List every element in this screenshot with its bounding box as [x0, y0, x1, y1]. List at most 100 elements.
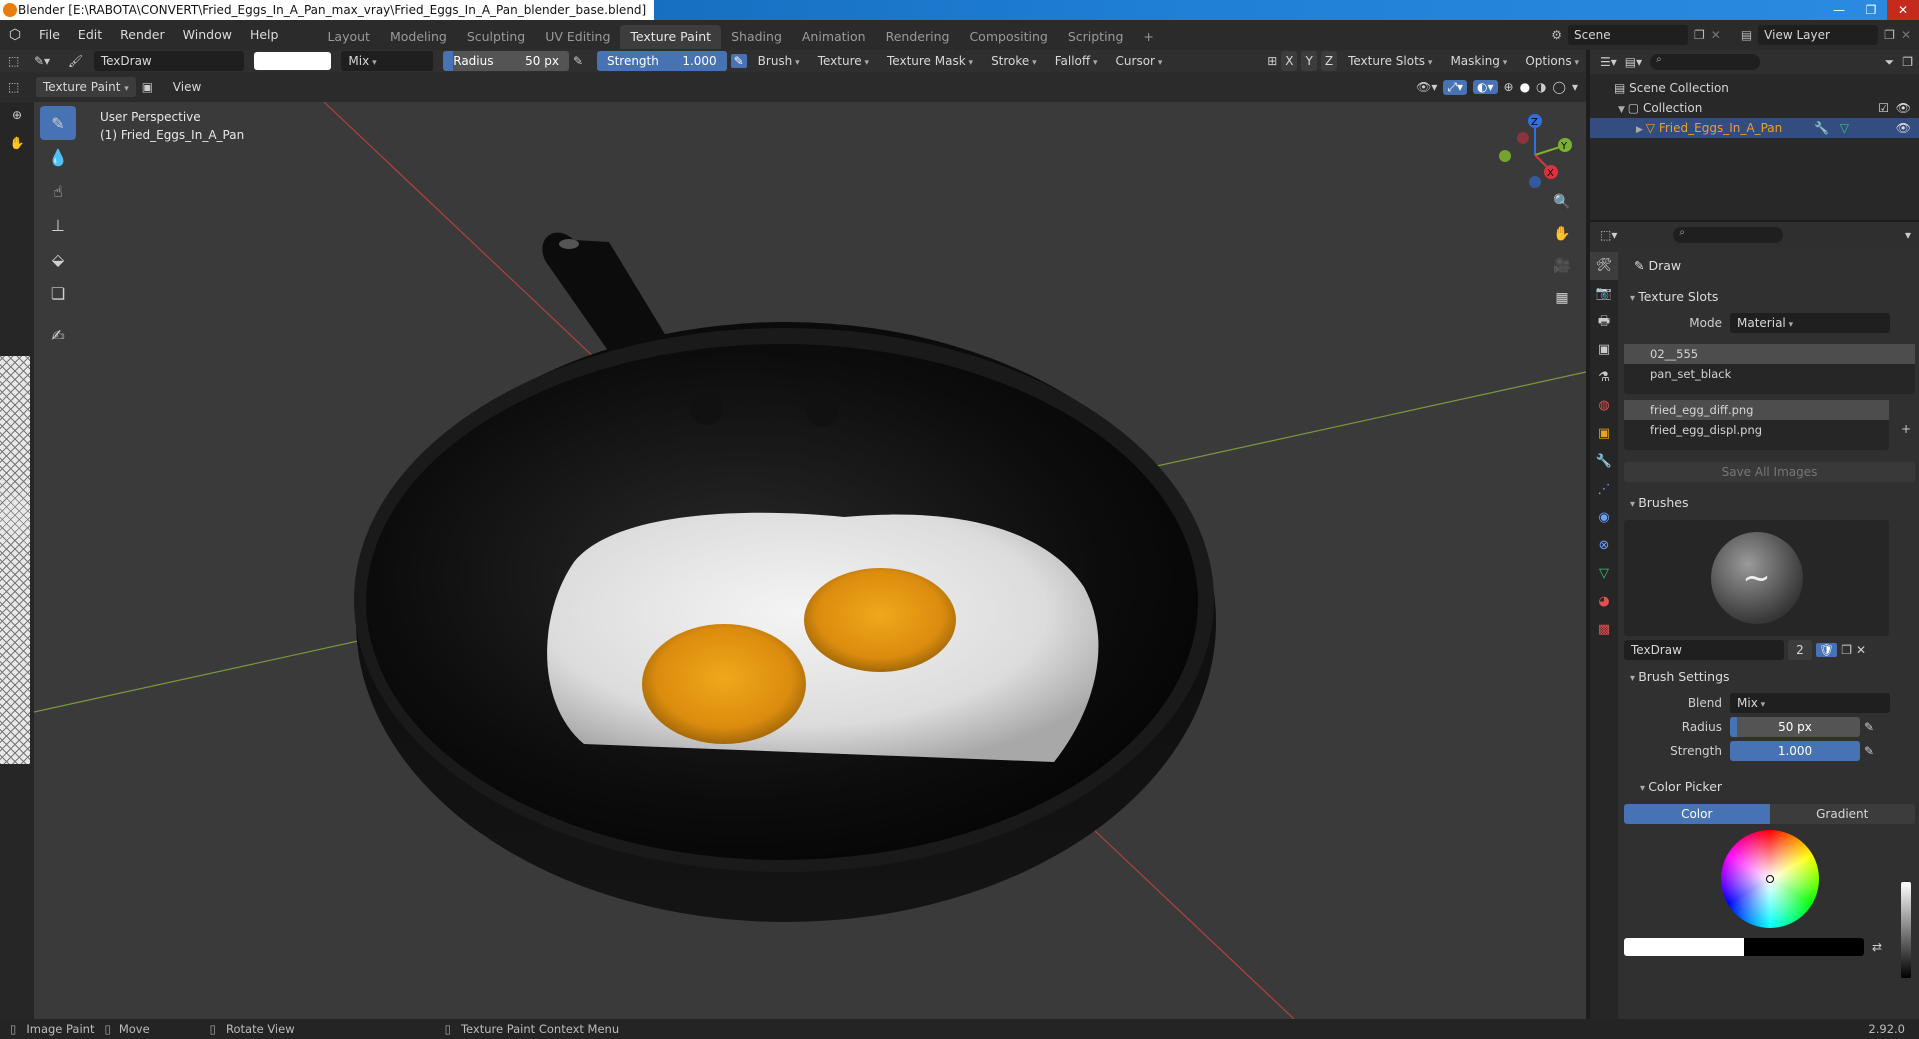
color-picker-header[interactable]: Color Picker: [1620, 774, 1919, 800]
clone-tool-icon[interactable]: ⊥: [40, 208, 76, 242]
outliner-row-collection[interactable]: ▼ ▢ Collection ☑ 👁: [1590, 98, 1919, 118]
tab-data-icon[interactable]: ▽: [1590, 560, 1618, 588]
editor-type-icon[interactable]: ⬚: [8, 54, 30, 68]
menu-window[interactable]: Window: [174, 20, 241, 50]
soften-tool-icon[interactable]: 💧: [40, 140, 76, 174]
zoom-tool-icon[interactable]: ⊕: [0, 108, 34, 122]
ortho-grid-icon[interactable]: ▦: [1550, 286, 1574, 310]
color-wheel-cursor[interactable]: [1765, 875, 1774, 883]
tab-tool-icon[interactable]: 🛠: [1590, 252, 1618, 280]
tab-render-icon[interactable]: 📷: [1590, 280, 1618, 308]
tab-view-layer-icon[interactable]: ▣: [1590, 336, 1618, 364]
options-menu[interactable]: Options: [1518, 51, 1586, 71]
tab-object-icon[interactable]: ▣: [1590, 420, 1618, 448]
value-slider[interactable]: [1901, 882, 1911, 978]
new-scene-icon[interactable]: ❐: [1694, 28, 1705, 42]
pan-tool-icon[interactable]: ✋: [0, 136, 34, 150]
menu-edit[interactable]: Edit: [69, 20, 111, 50]
secondary-color-swatch[interactable]: [1744, 938, 1864, 956]
collection-visibility-icon[interactable]: 👁: [1896, 98, 1911, 118]
view-menu[interactable]: View: [166, 77, 208, 97]
outliner-editor-icon[interactable]: ☰▾: [1600, 55, 1617, 69]
unlink-brush-icon[interactable]: ✕: [1856, 643, 1866, 657]
swap-colors-icon[interactable]: ⇄: [1872, 940, 1882, 954]
blend-mode-dropdown[interactable]: Mix: [1730, 693, 1890, 713]
texture-slots-menu[interactable]: Texture Slots: [1341, 51, 1439, 71]
smear-tool-icon[interactable]: ☝: [40, 174, 76, 208]
editor-type-icon-2[interactable]: ⬚: [8, 80, 30, 94]
duplicate-brush-icon[interactable]: ❐: [1841, 643, 1852, 657]
fill-tool-icon[interactable]: ⬙: [40, 242, 76, 276]
navigation-gizmo[interactable]: Z Y X: [1495, 110, 1575, 190]
radius-slider[interactable]: Radius 50 px: [443, 51, 569, 71]
tab-physics-icon[interactable]: ◉: [1590, 504, 1618, 532]
tab-scene-icon[interactable]: ⚗: [1590, 364, 1618, 392]
menu-help[interactable]: Help: [241, 20, 288, 50]
texture-mask-menu[interactable]: Texture Mask: [880, 51, 980, 71]
annotate-tool-icon[interactable]: ✍: [40, 318, 76, 352]
mask-tool-icon[interactable]: ❏: [40, 276, 76, 310]
symmetry-icon[interactable]: ⊞: [1267, 54, 1277, 68]
brush-users-count[interactable]: 2: [1788, 640, 1812, 660]
masking-menu[interactable]: Masking: [1443, 51, 1514, 71]
draw-tool-icon[interactable]: ✎: [40, 106, 76, 140]
strength-property-slider[interactable]: 1.000: [1730, 741, 1860, 761]
minimize-button[interactable]: —: [1823, 0, 1855, 20]
tab-compositing[interactable]: Compositing: [959, 25, 1057, 49]
material-slot-02-555[interactable]: 02__555: [1624, 344, 1915, 364]
tab-material-icon[interactable]: ◕: [1590, 588, 1618, 616]
properties-editor-icon[interactable]: ⬚▾: [1600, 228, 1617, 242]
radius-pressure-toggle-icon[interactable]: ✎: [1864, 720, 1874, 734]
delete-scene-icon[interactable]: ✕: [1711, 28, 1721, 42]
camera-view-icon[interactable]: 🎥: [1550, 254, 1574, 278]
maximize-button[interactable]: ❐: [1855, 0, 1887, 20]
zoom-icon[interactable]: 🔍: [1550, 190, 1574, 214]
axis-y-toggle[interactable]: Y: [1301, 51, 1317, 71]
tab-texture-icon[interactable]: ▩: [1590, 616, 1618, 644]
brush-preview[interactable]: ~: [1624, 520, 1889, 636]
collection-checkbox[interactable]: ☑: [1878, 98, 1889, 118]
shading-options-icon[interactable]: ▾: [1572, 80, 1578, 94]
new-view-layer-icon[interactable]: ❐: [1884, 28, 1895, 42]
overlay-toggle-icon[interactable]: ◐▾: [1473, 80, 1498, 94]
rendered-shading-icon[interactable]: ◯: [1553, 80, 1566, 94]
axis-x-toggle[interactable]: X: [1281, 51, 1298, 71]
close-button[interactable]: ✕: [1887, 0, 1919, 20]
tool-icon[interactable]: ✎▾: [34, 54, 64, 68]
tab-sculpting[interactable]: Sculpting: [457, 25, 535, 49]
strength-pressure-toggle-icon[interactable]: ✎: [1864, 744, 1874, 758]
texture-menu[interactable]: Texture: [811, 51, 876, 71]
outliner-row-object[interactable]: ▶ ▽ Fried_Eggs_In_A_Pan 🔧 ▽ 👁: [1590, 118, 1919, 138]
tab-layout[interactable]: Layout: [317, 25, 380, 49]
stroke-menu[interactable]: Stroke: [984, 51, 1044, 71]
material-shading-icon[interactable]: ◑: [1536, 80, 1546, 94]
menu-render[interactable]: Render: [111, 20, 174, 50]
tab-modifier-icon[interactable]: 🔧: [1590, 448, 1618, 476]
tab-world-icon[interactable]: ◍: [1590, 392, 1618, 420]
object-visibility-icon[interactable]: 👁: [1896, 118, 1911, 138]
visibility-icon[interactable]: 👁▾: [1416, 80, 1437, 94]
view-layer-field[interactable]: View Layer: [1758, 25, 1879, 45]
scene-field[interactable]: Scene: [1568, 25, 1688, 45]
delete-view-layer-icon[interactable]: ✕: [1901, 28, 1911, 42]
brush-menu[interactable]: Brush: [751, 51, 807, 71]
modifier-icon[interactable]: 🔧: [1814, 118, 1829, 138]
texture-slots-header[interactable]: Texture Slots: [1620, 284, 1919, 310]
mode-dropdown[interactable]: Texture Paint: [36, 77, 136, 97]
brush-settings-header[interactable]: Brush Settings: [1620, 664, 1919, 690]
outliner-row-scene-collection[interactable]: ▤ Scene Collection: [1590, 78, 1919, 98]
scene-icon[interactable]: ⚙: [1551, 28, 1562, 42]
tab-texture-paint[interactable]: Texture Paint: [620, 24, 722, 49]
outliner-search-input[interactable]: ⌕: [1650, 54, 1761, 70]
brush-name-field[interactable]: TexDraw: [93, 51, 244, 71]
menu-file[interactable]: File: [30, 20, 69, 50]
mesh-data-icon[interactable]: ▽: [1840, 118, 1849, 138]
fake-user-icon[interactable]: 🛡: [1816, 643, 1838, 657]
tab-constraints-icon[interactable]: ⊗: [1590, 532, 1618, 560]
add-image-icon[interactable]: +: [1901, 422, 1911, 436]
color-tab[interactable]: Color: [1624, 804, 1770, 824]
falloff-menu[interactable]: Falloff: [1048, 51, 1105, 71]
3d-viewport[interactable]: [34, 102, 1586, 1019]
new-collection-icon[interactable]: ❐: [1902, 55, 1913, 69]
cursor-menu[interactable]: Cursor: [1109, 51, 1170, 71]
